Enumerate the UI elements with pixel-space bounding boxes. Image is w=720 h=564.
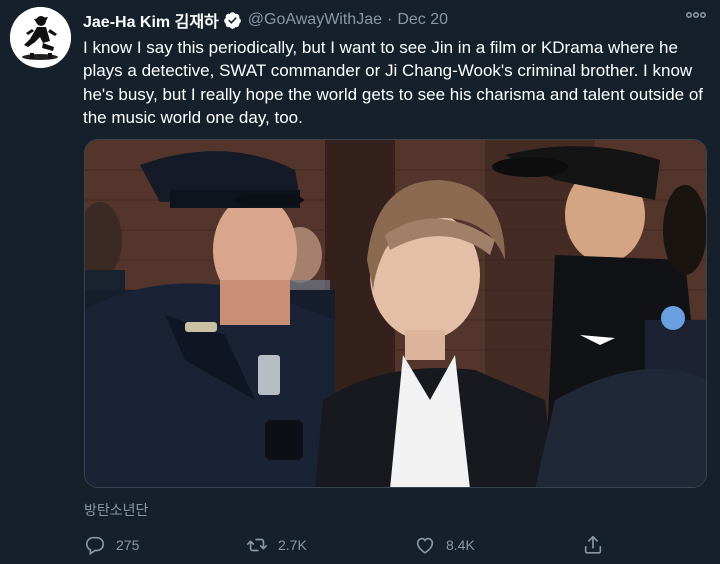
retweet-button[interactable]: 2.7K	[246, 531, 307, 559]
tweet-date[interactable]: Dec 20	[397, 11, 448, 29]
hashtag-label[interactable]: 방탄소년단	[84, 500, 148, 520]
avatar-image	[10, 7, 71, 68]
author-display-name[interactable]: Jae-Ha Kim 김재하	[83, 8, 219, 32]
verified-badge-icon	[223, 11, 241, 29]
tweet[interactable]: Jae-Ha Kim 김재하 @GoAwayWithJae · Dec 20 I…	[0, 0, 720, 564]
tweet-actions: 275 2.7K 8.4K	[84, 531, 624, 559]
tweet-photo[interactable]	[84, 139, 707, 488]
author-handle[interactable]: @GoAwayWithJae	[248, 11, 382, 29]
like-button[interactable]: 8.4K	[414, 531, 475, 559]
avatar[interactable]	[10, 7, 71, 68]
tweet-header: Jae-Ha Kim 김재하 @GoAwayWithJae · Dec 20	[83, 9, 710, 31]
share-icon	[584, 535, 602, 554]
retweet-icon	[247, 538, 267, 552]
photo-illustration	[85, 140, 706, 487]
reply-button[interactable]: 275	[84, 531, 139, 559]
share-button[interactable]	[582, 531, 614, 559]
tweet-text: I know I say this periodically, but I wa…	[83, 38, 704, 127]
heart-icon	[416, 537, 434, 554]
more-options-icon[interactable]	[684, 8, 708, 22]
reply-count: 275	[116, 537, 140, 553]
like-count: 8.4K	[446, 537, 475, 553]
separator-dot: ·	[386, 11, 393, 28]
reply-icon	[86, 536, 105, 556]
retweet-count: 2.7K	[278, 537, 307, 553]
